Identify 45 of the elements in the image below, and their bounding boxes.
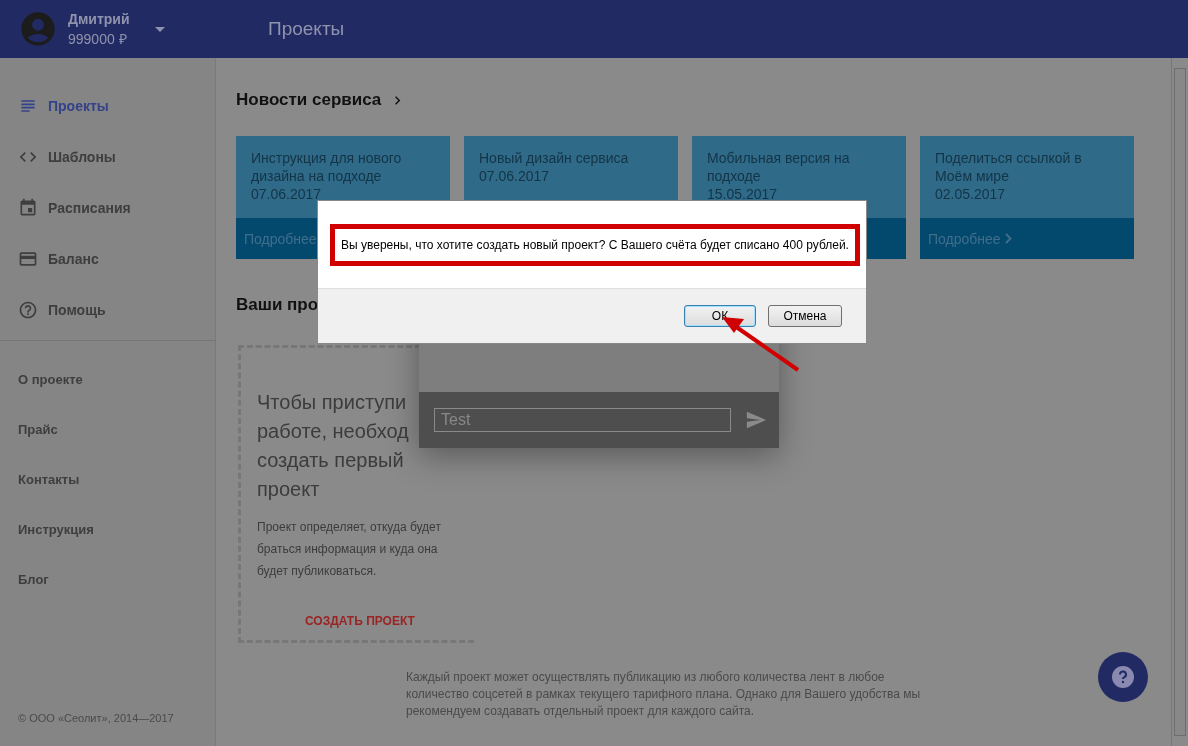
nav-item[interactable]: Помощь [0, 284, 215, 335]
more-link[interactable]: Подробнее [928, 230, 1012, 247]
sidebar-link[interactable]: Блог [0, 554, 215, 604]
nav-item[interactable]: Баланс [0, 233, 215, 284]
nav-item[interactable]: Проекты [0, 80, 215, 131]
chat-input[interactable]: Test [434, 408, 731, 432]
nav-item[interactable]: Шаблоны [0, 131, 215, 182]
balance: 999000 ₽ [68, 29, 128, 48]
description: Проект определяет, откуда будет браться информация и куда она будет публиковаться. [257, 519, 442, 580]
news-title: Новый дизайн сервиса [479, 149, 630, 167]
headline: проект [257, 477, 320, 502]
sidebar-link[interactable]: Контакты [0, 454, 215, 504]
news-card[interactable]: Поделиться ссылкой в Моём мире 02.05.2017 Подробнее [920, 136, 1134, 259]
help-icon [1112, 666, 1134, 688]
news-date: 15.05.2017 [707, 185, 779, 203]
create-project-link[interactable]: СОЗДАТЬ ПРОЕКТ [305, 614, 474, 628]
calendar-icon [18, 197, 38, 218]
dialog-button[interactable]: ОК [684, 305, 756, 327]
avatar-icon [18, 9, 58, 49]
dialog-message: Вы уверены, что хотите создать новый проект? С Вашего счёта будет списано 400 рублей. [330, 223, 860, 266]
news-heading[interactable]: Новости сервиса [236, 90, 1171, 110]
help-icon [18, 299, 38, 320]
page-title: Проекты [268, 18, 345, 40]
chevron-icon [1004, 233, 1012, 244]
headline: создать первый [257, 448, 404, 473]
sidebar-link[interactable]: Инструкция [0, 504, 215, 554]
sidebar-link[interactable]: О проекте [0, 354, 215, 404]
news-title: Мобильная версия на подходе [707, 149, 851, 185]
dialog-button[interactable]: Отмена [768, 305, 842, 327]
nav-item[interactable]: Расписания [0, 182, 215, 233]
headline: работе, необход [257, 419, 409, 444]
headline: Чтобы приступи [257, 390, 407, 415]
news-title: Поделиться ссылкой в Моём мире [935, 149, 1083, 185]
scrollbar[interactable] [1171, 58, 1188, 746]
copyright: © ООО «Сеолит», 2014—2017 [17, 712, 175, 724]
help-button[interactable] [1098, 652, 1148, 702]
news-title: Инструкция для нового дизайна на подходе [251, 149, 403, 185]
note: Каждый проект может осуществлять публикацию из любого количества лент в любое количество соцсетей в рамках текущего тарифного плана. Однако для Вашего удобства мы рекомендуем создавать отдельный проект для каждого сайта. [406, 669, 922, 720]
projects-heading: Ваши про [236, 295, 320, 315]
sidebar-link[interactable]: Прайс [0, 404, 215, 454]
send-icon[interactable] [745, 409, 767, 431]
news-date: 07.06.2017 [251, 185, 323, 203]
user-name: Дмитрий [68, 10, 130, 27]
news-date: 07.06.2017 [479, 167, 551, 185]
news-date: 02.05.2017 [935, 185, 1007, 203]
